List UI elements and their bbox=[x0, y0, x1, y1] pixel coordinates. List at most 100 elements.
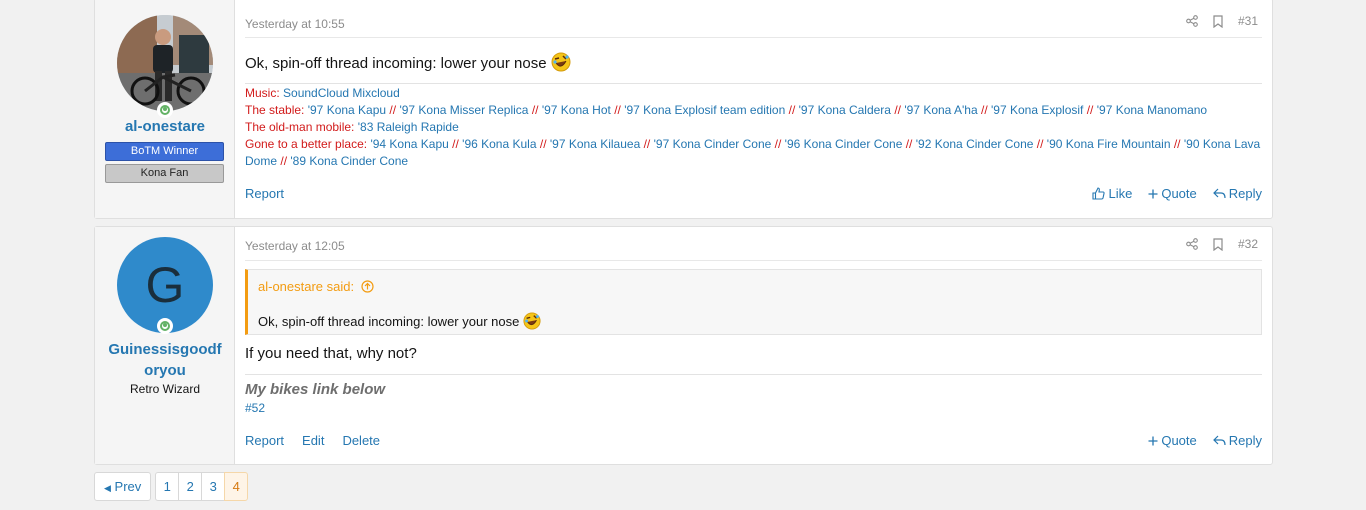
page-link-3[interactable]: 3 bbox=[201, 472, 226, 501]
sig-separator: // bbox=[905, 137, 913, 151]
sig-bike-link[interactable]: '97 Kona Hot bbox=[542, 103, 611, 117]
sig-separator: // bbox=[614, 103, 621, 117]
pagination: ◀ Prev 1 2 3 4 bbox=[94, 472, 249, 501]
page-number-group: 1 2 3 4 bbox=[155, 472, 249, 501]
username-line-2: oryou bbox=[144, 362, 186, 379]
signature: My bikes link below #52 bbox=[245, 374, 1262, 417]
quote-header[interactable]: al-onestare said: bbox=[258, 279, 374, 294]
edit-link[interactable]: Edit bbox=[302, 433, 324, 448]
reply-icon bbox=[1212, 188, 1226, 198]
sig-link[interactable]: #52 bbox=[245, 400, 1262, 417]
rofl-emoji-icon bbox=[523, 312, 541, 330]
arrow-up-circle-icon bbox=[361, 280, 374, 293]
sig-bike-link[interactable]: '97 Kona Cinder Cone bbox=[654, 137, 772, 151]
sig-bike-link[interactable]: '97 Kona Explosif team edition bbox=[624, 103, 785, 117]
post-number-link[interactable]: #32 bbox=[1238, 237, 1258, 251]
sig-bike-link[interactable]: '97 Kona Explosif bbox=[991, 103, 1083, 117]
sig-bike-link[interactable]: '83 Raleigh Rapide bbox=[358, 120, 459, 134]
sig-link-soundcloud[interactable]: SoundCloud bbox=[283, 86, 349, 100]
sig-bike-link[interactable]: '89 Kona Cinder Cone bbox=[290, 154, 408, 168]
username[interactable]: Guinessisgoodf oryou bbox=[95, 339, 235, 381]
sig-bike-link[interactable]: '94 Kona Kapu bbox=[370, 137, 448, 151]
quote-label: Quote bbox=[1161, 433, 1197, 448]
sig-separator: // bbox=[1086, 103, 1094, 117]
sig-bike-link[interactable]: '92 Kona Cinder Cone bbox=[916, 137, 1034, 151]
sig-bike-link[interactable]: '97 Kona Misser Replica bbox=[399, 103, 528, 117]
quote-label: Quote bbox=[1161, 186, 1197, 201]
reply-button[interactable]: Reply bbox=[1212, 186, 1262, 201]
reply-icon bbox=[1212, 435, 1226, 445]
sig-separator: // bbox=[774, 137, 782, 151]
post-header-icons: #32 bbox=[1186, 237, 1258, 251]
share-icon[interactable] bbox=[1186, 238, 1198, 250]
user-banner-kona-fan: Kona Fan bbox=[105, 164, 224, 183]
sig-separator: // bbox=[280, 154, 288, 168]
bookmark-icon[interactable] bbox=[1212, 14, 1224, 28]
sig-separator: // bbox=[531, 103, 539, 117]
page-link-current[interactable]: 4 bbox=[224, 472, 249, 501]
prev-label: Prev bbox=[114, 479, 142, 494]
sig-bike-link[interactable]: '97 Kona A'ha bbox=[904, 103, 977, 117]
page-link-1[interactable]: 1 bbox=[155, 472, 180, 501]
quote-body: Ok, spin-off thread incoming: lower your… bbox=[258, 312, 541, 330]
plus-icon bbox=[1148, 189, 1158, 198]
header-divider bbox=[245, 260, 1262, 261]
signature: Music: SoundCloud Mixcloud The stable: '… bbox=[245, 83, 1262, 170]
report-link[interactable]: Report bbox=[245, 433, 284, 448]
post-actions: Report Like Quote Reply bbox=[245, 186, 1262, 201]
bookmark-icon[interactable] bbox=[1212, 237, 1224, 251]
like-button[interactable]: Like bbox=[1092, 186, 1132, 201]
avatar-letter: G bbox=[145, 257, 185, 313]
prev-page-button[interactable]: ◀ Prev bbox=[94, 472, 152, 501]
post-32: G Guinessisgoodf oryou Retro Wizard Yest… bbox=[94, 226, 1273, 465]
like-label: Like bbox=[1108, 186, 1133, 201]
sig-heading: My bikes link below bbox=[245, 381, 386, 398]
sig-separator: // bbox=[788, 103, 796, 117]
post-user-panel: G Guinessisgoodf oryou Retro Wizard bbox=[95, 227, 235, 464]
signature-gone-line: Gone to a better place: '94 Kona Kapu //… bbox=[245, 136, 1262, 170]
user-title: Retro Wizard bbox=[129, 382, 200, 396]
sig-bike-link[interactable]: '96 Kona Kula bbox=[462, 137, 536, 151]
signature-stable-line: The stable: '97 Kona Kapu // '97 Kona Mi… bbox=[245, 102, 1262, 119]
sig-separator: // bbox=[894, 103, 901, 117]
sig-bike-link[interactable]: '97 Kona Kapu bbox=[308, 103, 386, 117]
delete-link[interactable]: Delete bbox=[342, 433, 380, 448]
header-divider bbox=[245, 37, 1262, 38]
share-icon[interactable] bbox=[1186, 15, 1198, 27]
sig-bike-link[interactable]: '97 Kona Kilauea bbox=[550, 137, 640, 151]
post-message: Ok, spin-off thread incoming: lower your… bbox=[245, 52, 571, 72]
quote-button[interactable]: Quote bbox=[1148, 433, 1197, 448]
post-message-text: Ok, spin-off thread incoming: lower your… bbox=[245, 55, 547, 72]
post-date[interactable]: Yesterday at 12:05 bbox=[245, 239, 345, 253]
user-banner-botm: BoTM Winner bbox=[105, 142, 224, 161]
username[interactable]: al-onestare bbox=[95, 116, 235, 137]
report-link[interactable]: Report bbox=[245, 186, 284, 201]
reply-button[interactable]: Reply bbox=[1212, 433, 1262, 448]
post-date[interactable]: Yesterday at 10:55 bbox=[245, 17, 345, 31]
avatar-photo bbox=[117, 15, 213, 111]
sig-music-label: Music: bbox=[245, 86, 280, 100]
sig-link-mixcloud[interactable]: Mixcloud bbox=[352, 86, 399, 100]
sig-separator: // bbox=[981, 103, 988, 117]
post-main: Yesterday at 10:55 #31 Ok, spin-off thre… bbox=[235, 0, 1272, 218]
sig-bike-link[interactable]: '97 Kona Caldera bbox=[799, 103, 891, 117]
signature-music-line: Music: SoundCloud Mixcloud bbox=[245, 85, 1262, 102]
chevron-left-icon: ◀ bbox=[104, 483, 111, 493]
post-number-link[interactable]: #31 bbox=[1238, 14, 1258, 28]
sig-separator: // bbox=[643, 137, 651, 151]
sig-bike-link[interactable]: '96 Kona Cinder Cone bbox=[785, 137, 903, 151]
signature-oldman-line: The old-man mobile: '83 Raleigh Rapide bbox=[245, 119, 1262, 136]
post-user-panel: al-onestare BoTM Winner Kona Fan bbox=[95, 0, 235, 218]
reply-label: Reply bbox=[1228, 433, 1262, 448]
quote-button[interactable]: Quote bbox=[1148, 186, 1197, 201]
sig-oldman-label: The old-man mobile: bbox=[245, 120, 355, 134]
sig-bike-link[interactable]: '90 Kona Fire Mountain bbox=[1047, 137, 1171, 151]
avatar[interactable] bbox=[117, 15, 213, 111]
rofl-emoji-icon bbox=[551, 52, 571, 72]
sig-separator: // bbox=[1036, 137, 1044, 151]
sig-bike-link[interactable]: '97 Kona Manomano bbox=[1097, 103, 1207, 117]
online-status-icon bbox=[157, 318, 173, 334]
reply-label: Reply bbox=[1228, 186, 1262, 201]
sig-gone-label: Gone to a better place: bbox=[245, 137, 368, 151]
page-link-2[interactable]: 2 bbox=[178, 472, 203, 501]
